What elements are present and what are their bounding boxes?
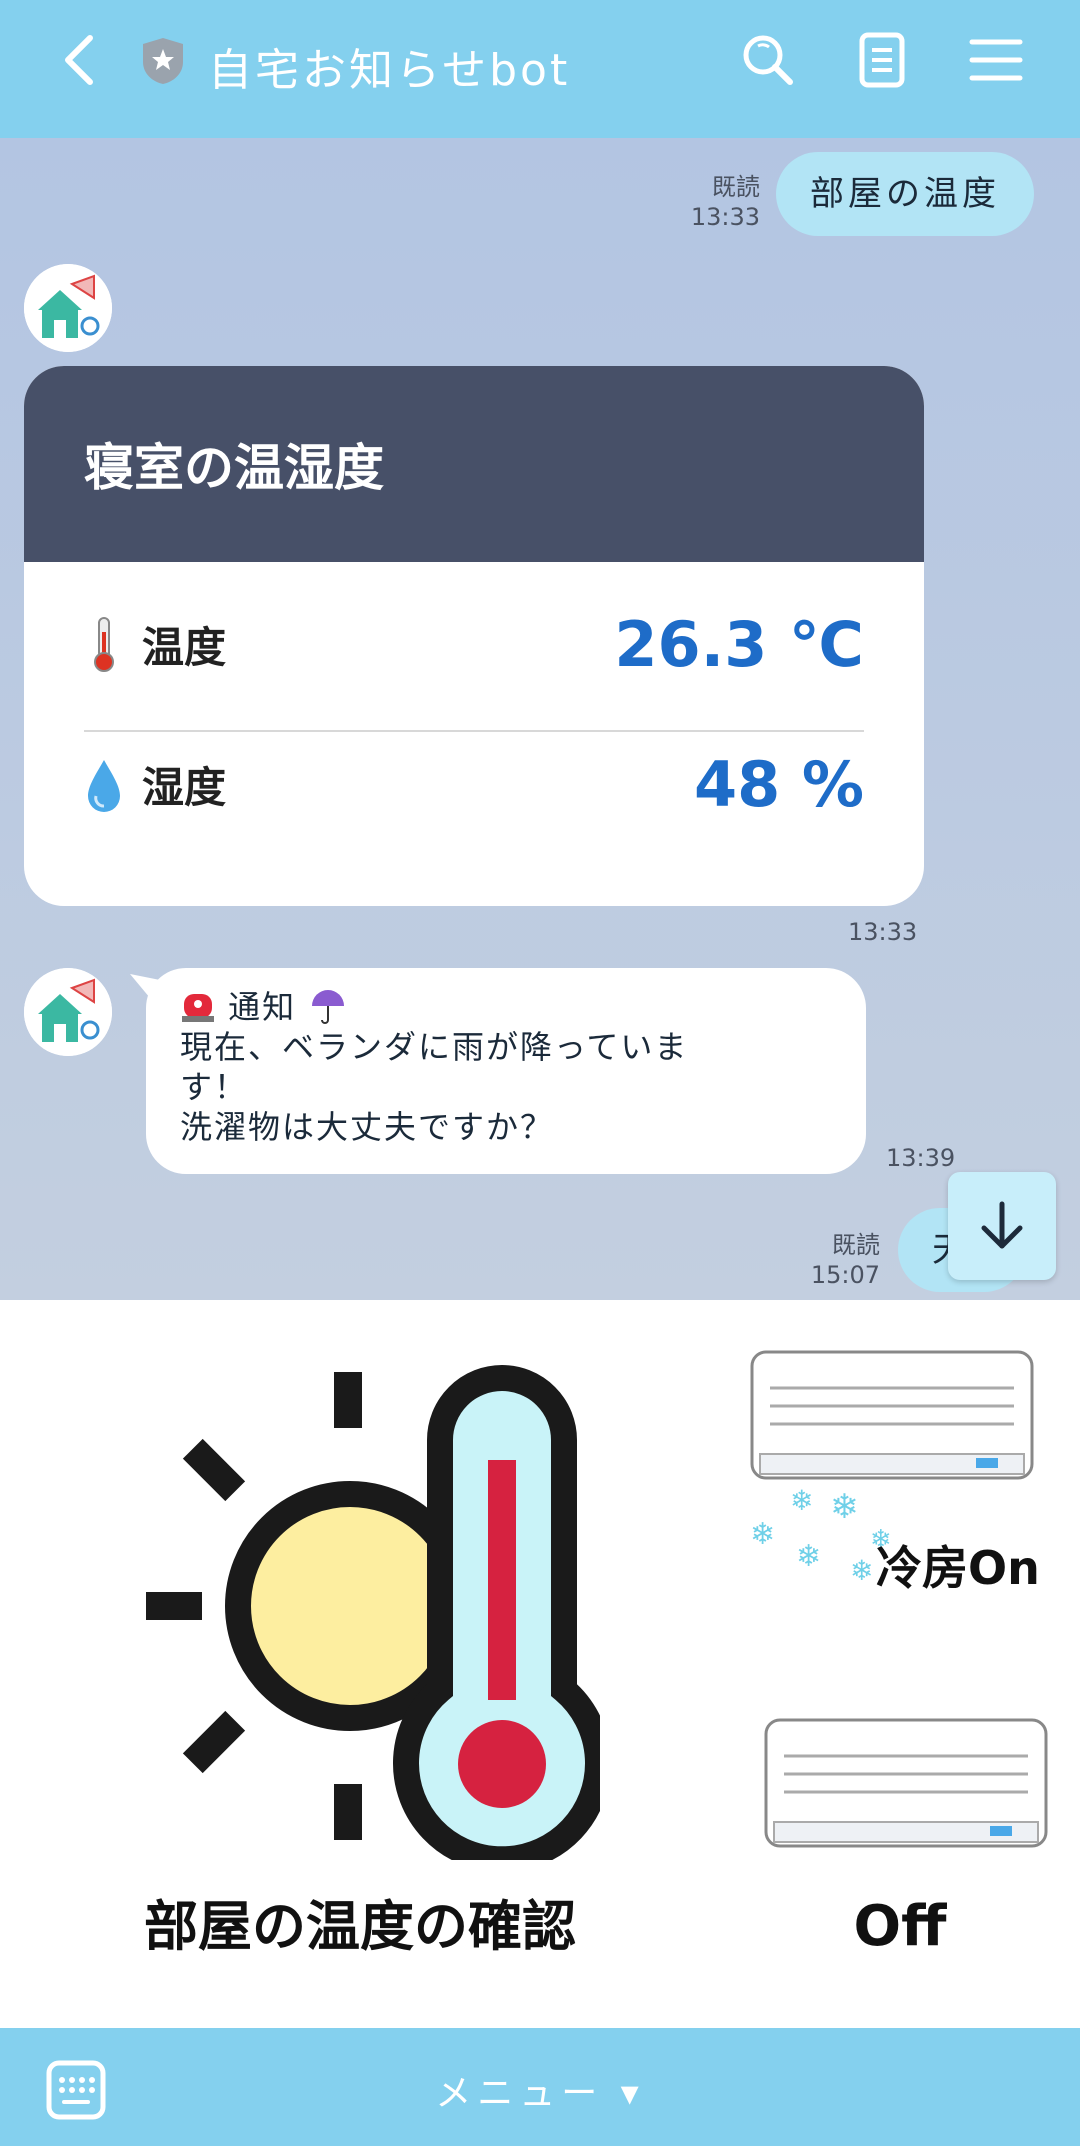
- rich-menu-toggle[interactable]: メニュー ▾: [0, 2064, 1080, 2116]
- humidity-value: 48 %: [694, 747, 864, 821]
- chat-header: 自宅お知らせbot: [0, 0, 1080, 138]
- notice-line: 洗濯物は大丈夫ですか？: [180, 1108, 555, 1146]
- svg-text:❄: ❄: [850, 1554, 873, 1587]
- notes-icon[interactable]: [852, 30, 912, 90]
- sun-thermometer-icon: [146, 1365, 600, 1860]
- humidity-label: 湿度: [142, 762, 227, 812]
- chat-title: 自宅お知らせbot: [208, 45, 571, 96]
- message-time: 13:33: [848, 918, 918, 946]
- message-time: 13:39: [886, 1144, 956, 1172]
- house-bot-icon: [24, 968, 112, 1056]
- room-temperature-check-button[interactable]: 部屋の温度の確認: [0, 1300, 720, 2028]
- cooling-on-label: 冷房On: [876, 1541, 1040, 1595]
- rich-menu: 部屋の温度の確認 ❄ ❄ ❄ ❄ ❄ ❄ 冷房On Off: [0, 1300, 1080, 2028]
- temperature-label: 温度: [142, 622, 227, 672]
- thermometer-icon: [94, 617, 114, 672]
- house-bot-icon: [24, 264, 112, 352]
- card-row-humidity: 湿度 48 %: [84, 734, 864, 834]
- bot-avatar[interactable]: [24, 264, 112, 352]
- read-receipt: 既読 13:33: [690, 173, 760, 231]
- notice-line: 現在、ベランダに雨が降っていま: [180, 1028, 689, 1066]
- cooling-off-label: Off: [853, 1894, 947, 1959]
- svg-text:❄: ❄: [790, 1484, 813, 1517]
- temperature-card[interactable]: 寝室の温湿度 温度 26.3 ℃ 湿度 48 %: [24, 366, 924, 906]
- svg-text:❄: ❄: [796, 1539, 821, 1574]
- cooling-on-button[interactable]: ❄ ❄ ❄ ❄ ❄ ❄ 冷房On: [720, 1300, 1080, 1664]
- cooling-off-button[interactable]: Off: [720, 1664, 1080, 2028]
- user-message-bubble[interactable]: 部屋の温度: [776, 152, 1034, 236]
- card-title: 寝室の温湿度: [24, 366, 924, 562]
- search-icon[interactable]: [738, 30, 798, 90]
- bottom-bar: メニュー ▾: [0, 2028, 1080, 2146]
- siren-icon: [182, 994, 214, 1022]
- card-row-temperature: 温度 26.3 ℃: [84, 594, 864, 694]
- temperature-value: 26.3 ℃: [614, 607, 864, 681]
- water-drop-icon: [88, 760, 120, 812]
- chat-area[interactable]: 既読 13:33 部屋の温度 寝室の温湿度 温度 26.3 ℃ 湿度 48 % …: [0, 138, 1080, 1300]
- back-icon[interactable]: [52, 30, 112, 90]
- menu-icon[interactable]: [966, 30, 1026, 90]
- bot-message-bubble[interactable]: 通知 現在、ベランダに雨が降っていま す！ 洗濯物は大丈夫ですか？: [146, 968, 866, 1174]
- room-temperature-check-label: 部屋の温度の確認: [144, 1895, 576, 1958]
- bot-avatar[interactable]: [24, 968, 112, 1056]
- svg-text:❄: ❄: [750, 1517, 775, 1552]
- notice-title: 通知: [228, 988, 297, 1026]
- divider: [84, 730, 864, 732]
- arrow-down-icon: [981, 1201, 1023, 1249]
- air-conditioner-icon: [764, 1718, 1048, 1848]
- read-receipt: 既読 15:07: [810, 1231, 880, 1289]
- notice-line: す！: [180, 1068, 249, 1106]
- umbrella-icon: [312, 990, 345, 1024]
- scroll-to-bottom-button[interactable]: [948, 1172, 1056, 1280]
- svg-text:❄: ❄: [830, 1487, 859, 1527]
- shield-icon: [143, 38, 183, 84]
